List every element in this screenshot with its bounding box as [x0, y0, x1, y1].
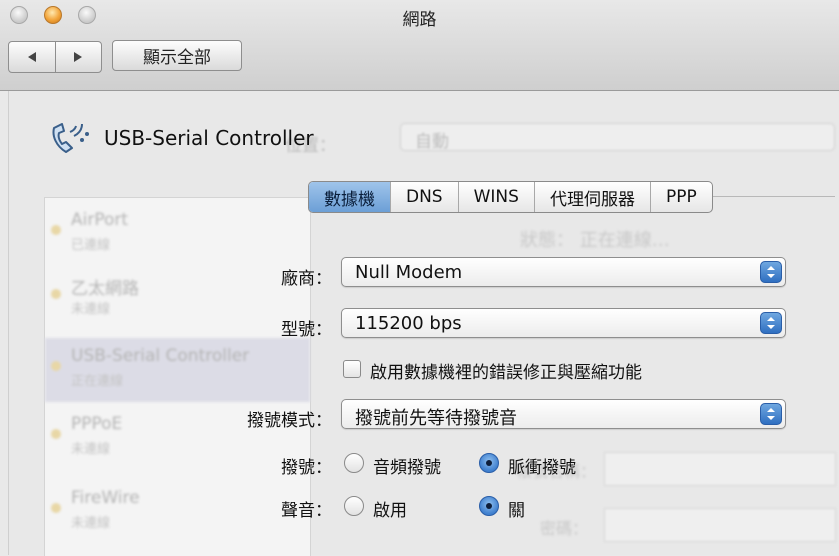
sound-on-radio[interactable] [344, 496, 364, 516]
service-item-usb-serial: USB-Serial Controller 正在連線 [45, 338, 310, 402]
model-popup[interactable]: 115200 bps [341, 308, 786, 338]
status-dot [51, 361, 61, 371]
account-field [604, 452, 836, 486]
service-name: FireWire [71, 488, 140, 508]
service-item-airport: AirPort 已連線 [45, 202, 310, 266]
status-dot [51, 503, 61, 513]
error-correction-label[interactable]: 啟用數據機裡的錯誤修正與壓縮功能 [370, 358, 642, 383]
connection-status-text: 狀態： 正在連線… [520, 230, 670, 251]
back-button[interactable] [9, 42, 55, 72]
service-status: 未連線 [71, 442, 111, 457]
window-title: 網路 [402, 10, 437, 30]
model-value: 115200 bps [355, 313, 462, 334]
tab-bar: 數據機 DNS WINS 代理伺服器 PPP [308, 181, 713, 213]
service-name: USB-Serial Controller [71, 346, 250, 366]
service-status: 未連線 [71, 516, 111, 531]
popup-stepper-icon [760, 261, 782, 283]
service-status: 正在連線 [71, 374, 124, 389]
dialing-label: 撥號： [281, 458, 332, 478]
tone-dialing-label[interactable]: 音頻撥號 [373, 453, 441, 478]
status-dot [51, 429, 61, 439]
password-field [604, 508, 836, 542]
forward-arrow-icon [74, 52, 83, 62]
vendor-value: Null Modem [355, 262, 463, 283]
tone-dialing-radio[interactable] [344, 453, 364, 473]
tab-proxies[interactable]: 代理伺服器 [533, 182, 650, 212]
status-dot [51, 225, 61, 235]
tab-modem[interactable]: 數據機 [309, 182, 390, 212]
status-dot [51, 289, 61, 299]
service-status: 已連線 [71, 238, 111, 253]
dial-mode-label: 撥號模式： [247, 411, 332, 431]
tab-ppp[interactable]: PPP [649, 182, 712, 212]
vendor-popup[interactable]: Null Modem [341, 257, 786, 287]
forward-button[interactable] [54, 42, 102, 72]
vendor-label: 廠商： [281, 269, 332, 289]
tab-dns[interactable]: DNS [390, 182, 458, 212]
device-header: USB-Serial Controller [46, 118, 314, 158]
popup-stepper-icon [760, 403, 782, 425]
tab-wins[interactable]: WINS [457, 182, 534, 212]
dial-mode-popup[interactable]: 撥號前先等待撥號音 [341, 399, 786, 429]
location-value: 自動 [415, 132, 449, 152]
pulse-dialing-radio[interactable] [479, 453, 499, 473]
sound-off-label[interactable]: 關 [508, 496, 525, 521]
service-name: AirPort [71, 210, 129, 230]
pulse-dialing-label[interactable]: 脈衝撥號 [508, 453, 576, 478]
back-forward-control [8, 41, 102, 73]
device-name: USB-Serial Controller [104, 126, 314, 150]
sound-label: 聲音： [281, 501, 332, 521]
password-label: 密碼： [540, 519, 589, 538]
error-correction-checkbox[interactable] [343, 360, 361, 378]
sound-off-radio[interactable] [479, 496, 499, 516]
sound-on-label[interactable]: 啟用 [373, 496, 407, 521]
location-select: 自動 [400, 123, 835, 152]
show-all-button[interactable]: 顯示全部 [112, 40, 242, 71]
service-status: 未連線 [71, 302, 111, 317]
service-name: PPPoE [71, 414, 123, 434]
phone-modem-icon [52, 123, 89, 153]
dial-mode-value: 撥號前先等待撥號音 [355, 408, 517, 429]
popup-stepper-icon [760, 312, 782, 334]
service-name: 乙太網路 [71, 279, 139, 299]
window-toolbar: 網路 顯示全部 [0, 0, 839, 91]
model-label: 型號： [281, 320, 332, 340]
back-arrow-icon [27, 52, 36, 62]
